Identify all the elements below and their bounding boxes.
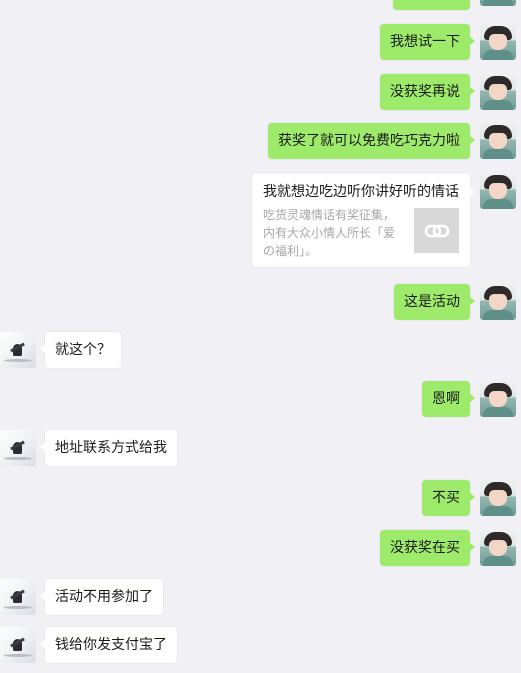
my-avatar[interactable]	[480, 381, 516, 417]
message-bubble-outgoing[interactable]: 没获奖在买	[380, 530, 475, 566]
message-bubble-incoming[interactable]: 就这个？	[40, 332, 121, 368]
link-card-thumbnail	[414, 208, 459, 253]
my-avatar[interactable]	[480, 480, 516, 516]
message-bubble-outgoing[interactable]: 这是活动	[394, 284, 475, 320]
contact-avatar[interactable]	[0, 430, 36, 466]
message-bubble-outgoing[interactable]: 恩啊	[422, 381, 475, 417]
message-bubble-incoming[interactable]: 地址联系方式给我	[40, 430, 177, 466]
message-bubble-incoming[interactable]: 钱给你发支付宝了	[40, 627, 177, 663]
message-bubble-outgoing[interactable]: 我想试一下	[380, 24, 475, 60]
contact-avatar[interactable]	[0, 579, 36, 615]
message-bubble-outgoing[interactable]	[393, 0, 470, 10]
message-bubble-outgoing[interactable]: 没获奖再说	[380, 74, 475, 110]
my-avatar[interactable]	[480, 173, 516, 209]
link-icon	[424, 224, 449, 237]
link-card-description: 吃货灵魂情话有奖征集，内有大众小情人所长「爱の福利」。	[263, 208, 396, 258]
contact-avatar[interactable]	[0, 332, 36, 368]
message-bubble-outgoing[interactable]: 获奖了就可以免费吃巧克力啦	[268, 123, 475, 159]
my-avatar[interactable]	[480, 24, 516, 60]
message-bubble-incoming[interactable]: 活动不用参加了	[40, 579, 163, 615]
chat-conversation: 我想试一下 没获奖再说 获奖了就可以免费吃巧克力啦 我就想边吃边听你讲好听的情话…	[0, 0, 521, 673]
my-avatar[interactable]	[480, 284, 516, 320]
contact-avatar[interactable]	[0, 627, 36, 663]
my-avatar[interactable]	[480, 123, 516, 159]
my-avatar[interactable]	[480, 530, 516, 566]
my-avatar[interactable]	[480, 74, 516, 110]
message-bubble-outgoing[interactable]: 不买	[422, 480, 475, 516]
my-avatar[interactable]	[480, 0, 516, 6]
link-card-title: 我就想边吃边听你讲好听的情话	[263, 184, 459, 200]
link-card[interactable]: 我就想边吃边听你讲好听的情话 吃货灵魂情话有奖征集，内有大众小情人所长「爱の福利…	[252, 173, 475, 267]
